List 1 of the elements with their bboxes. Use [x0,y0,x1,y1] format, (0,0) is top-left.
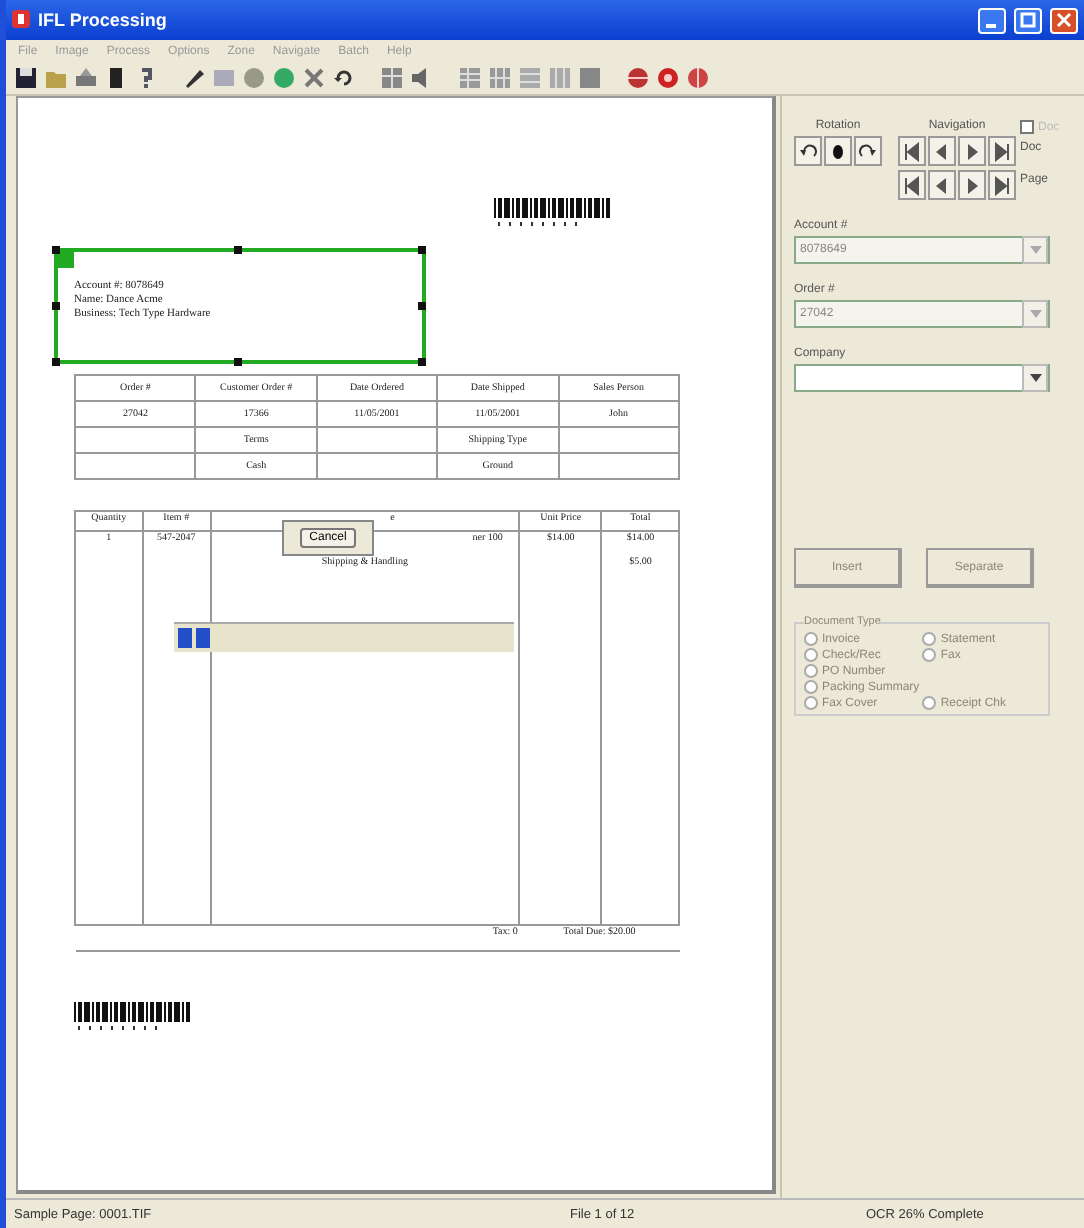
window-title: IFL Processing [38,10,169,30]
